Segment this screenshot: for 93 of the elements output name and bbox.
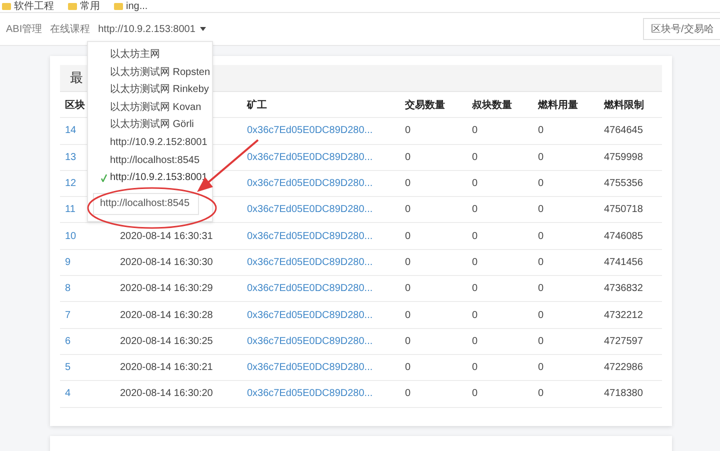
custom-url-input[interactable]: http://localhost:8545 [93, 192, 199, 215]
table-cell: 0 [467, 223, 533, 250]
miner-address-link[interactable]: 0x36c7Ed05E0DC89D280... [242, 118, 400, 145]
bookmark-link[interactable]: 常用 [80, 0, 100, 12]
table-cell: 0 [533, 250, 599, 276]
table-cell: 0 [467, 197, 533, 224]
search-field[interactable]: 区块号/交易哈 [643, 18, 720, 40]
table-cell: 4732212 [599, 302, 662, 329]
miner-address-link[interactable]: 0x36c7Ed05E0DC89D280... [242, 276, 400, 302]
miner-address-link[interactable]: 0x36c7Ed05E0DC89D280... [242, 197, 400, 224]
card-title: 最 [70, 69, 83, 87]
table-cell: 0 [533, 328, 599, 355]
menu-item[interactable]: http://localhost:8545 [88, 152, 200, 170]
table-cell: 2020-08-14 16:30:31 [115, 223, 242, 250]
table-cell: 4736832 [599, 276, 662, 302]
table-cell: 0 [400, 354, 467, 382]
table-cell: 4759998 [599, 144, 662, 171]
block-number-link[interactable]: 4 [60, 381, 115, 408]
table-cell: 0 [400, 328, 467, 355]
miner-address-link[interactable]: 0x36c7Ed05E0DC89D280... [242, 328, 400, 355]
table-cell: 0 [467, 276, 533, 302]
table-cell: 0 [533, 144, 599, 171]
miner-address-link[interactable]: 0x36c7Ed05E0DC89D280... [242, 381, 400, 408]
table-cell: 2020-08-14 16:30:25 [115, 328, 242, 355]
bookmark-link[interactable]: 软件工程 [14, 0, 54, 12]
table-cell: 0 [467, 144, 533, 171]
miner-address-link[interactable]: 0x36c7Ed05E0DC89D280... [242, 302, 400, 329]
table-cell: 2020-08-14 16:30:29 [115, 276, 242, 302]
menu-item[interactable]: http://10.9.2.152:8001 [88, 134, 208, 152]
table-cell: 2020-08-14 16:30:21 [115, 354, 242, 382]
bookmark-link[interactable]: ing... [126, 0, 148, 12]
block-number-link[interactable]: 6 [60, 328, 115, 355]
menu-item[interactable]: http://10.9.2.153:8001 [88, 169, 208, 187]
block-number-link[interactable]: 7 [60, 302, 115, 329]
block-number-link[interactable]: 9 [60, 250, 115, 276]
table-cell: 4764645 [599, 118, 662, 145]
table-cell: 0 [533, 276, 599, 302]
table-cell: 0 [400, 276, 467, 302]
table-cell: 2020-08-14 16:30:28 [115, 302, 242, 329]
table-cell: 0 [467, 118, 533, 145]
nav-link[interactable]: ABI管理 [6, 22, 42, 36]
table-cell: 0 [400, 144, 467, 171]
folder-icon[interactable] [114, 2, 123, 10]
column-header: 燃料用量 [533, 92, 599, 118]
block-number-link[interactable]: 5 [60, 354, 115, 382]
table-cell: 0 [533, 197, 599, 224]
table-cell: 4755356 [599, 170, 662, 198]
table-cell: 0 [533, 381, 599, 408]
table-cell: 0 [400, 118, 467, 145]
block-number-link[interactable]: 10 [60, 223, 115, 250]
block-number-link[interactable]: 8 [60, 276, 115, 302]
menu-item[interactable]: 以太坊主网 [88, 46, 160, 64]
table-cell: 4722986 [599, 354, 662, 382]
nav-link[interactable]: 在线课程 [50, 22, 90, 36]
table-cell: 0 [533, 302, 599, 329]
column-header: 燃料限制 [599, 92, 662, 118]
menu-item[interactable]: 以太坊测试网 Görli [88, 116, 194, 134]
network-selector[interactable]: http://10.9.2.153:8001 [98, 24, 206, 34]
table-cell: 0 [533, 170, 599, 198]
table-cell: 0 [400, 223, 467, 250]
folder-icon[interactable] [2, 2, 11, 10]
table-cell: 0 [533, 223, 599, 250]
table-cell: 0 [467, 250, 533, 276]
miner-address-link[interactable]: 0x36c7Ed05E0DC89D280... [242, 170, 400, 198]
miner-address-link[interactable]: 0x36c7Ed05E0DC89D280... [242, 144, 400, 171]
table-cell: 0 [467, 328, 533, 355]
check-icon [101, 174, 107, 182]
table-cell: 0 [400, 381, 467, 408]
miner-address-link[interactable]: 0x36c7Ed05E0DC89D280... [242, 250, 400, 276]
table-cell: 2020-08-14 16:30:20 [115, 381, 242, 408]
column-header: 矿工 [242, 92, 400, 118]
folder-icon[interactable] [68, 2, 77, 10]
table-cell: 0 [467, 354, 533, 382]
column-header: 交易数量 [400, 92, 467, 118]
table-cell: 4718380 [599, 381, 662, 408]
miner-address-link[interactable]: 0x36c7Ed05E0DC89D280... [242, 223, 400, 250]
miner-address-link[interactable]: 0x36c7Ed05E0DC89D280... [242, 354, 400, 382]
table-cell: 0 [467, 381, 533, 408]
table-cell: 0 [400, 302, 467, 329]
table-cell: 4750718 [599, 197, 662, 224]
table-cell: 0 [400, 250, 467, 276]
table-cell: 2020-08-14 16:30:30 [115, 250, 242, 276]
menu-item[interactable]: 以太坊测试网 Ropsten [88, 64, 210, 82]
table-cell: 0 [467, 302, 533, 329]
column-header: 叔块数量 [467, 92, 533, 118]
table-cell: 4741456 [599, 250, 662, 276]
table-cell: 0 [467, 170, 533, 198]
table-cell: 4727597 [599, 328, 662, 355]
table-cell: 4746085 [599, 223, 662, 250]
table-cell: 0 [400, 170, 467, 198]
table-cell: 0 [533, 118, 599, 145]
table-cell: 0 [400, 197, 467, 224]
table-cell: 0 [533, 354, 599, 382]
